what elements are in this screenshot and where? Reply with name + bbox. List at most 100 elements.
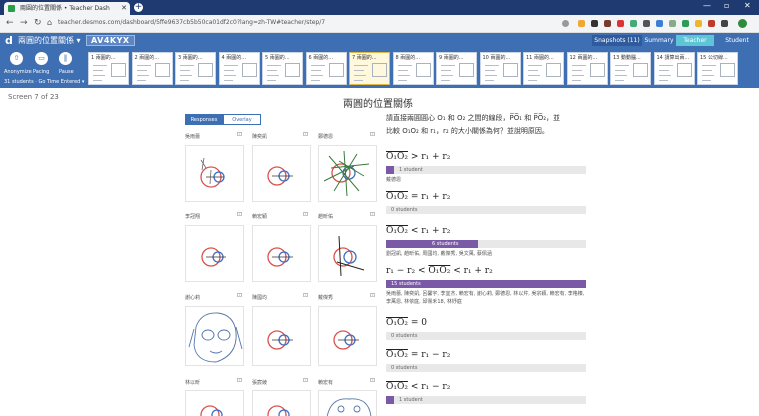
profile-avatar[interactable] — [738, 19, 747, 28]
extension-icon[interactable] — [643, 20, 650, 27]
camera-icon[interactable]: ⊡ — [370, 292, 375, 299]
extension-icon[interactable] — [682, 20, 689, 27]
student-names-list: 劉冠凱, 趙昕佑, 周國均, 戴傑秀, 吳文萬, 蔡佩涵 — [386, 251, 492, 257]
response-count-bar[interactable]: 0 students — [386, 206, 586, 214]
response-count-bar[interactable]: 0 students — [386, 332, 586, 340]
extension-icon[interactable] — [604, 20, 611, 27]
slide-thumbnail-6[interactable]: 6 兩圓的... — [305, 52, 347, 85]
next-slides-icon[interactable]: › — [746, 104, 752, 122]
slide-preview-line — [441, 80, 450, 81]
student-sketch-card[interactable] — [252, 306, 311, 366]
slide-thumbnail-3[interactable]: 3 兩圓的... — [175, 52, 216, 85]
responses-toggle[interactable]: Responses — [185, 114, 223, 125]
camera-icon[interactable]: ⊡ — [370, 211, 375, 218]
student-sketch-card[interactable] — [185, 306, 244, 366]
response-count-bar[interactable]: 15 students — [386, 280, 586, 288]
reload-icon[interactable]: ↻ — [34, 18, 42, 28]
student-sketch-card[interactable] — [318, 145, 377, 202]
slide-thumbnail-4[interactable]: 4 兩圓的... — [218, 52, 260, 85]
slide-thumbnail-9[interactable]: 9 兩圓的... — [436, 52, 477, 85]
back-icon[interactable]: ← — [6, 18, 14, 28]
response-count-bar[interactable]: 1 student — [386, 396, 586, 404]
camera-icon[interactable]: ⊡ — [237, 377, 242, 384]
slide-preview-line — [571, 80, 581, 81]
slide-thumbnail-2[interactable]: 2 兩圓的... — [131, 52, 173, 85]
close-window-icon[interactable]: ✕ — [744, 1, 751, 10]
response-count-bar[interactable]: 6 students — [386, 240, 586, 248]
camera-icon[interactable]: ⊡ — [237, 131, 242, 138]
desmos-logo[interactable]: d — [5, 33, 13, 48]
activity-title-dropdown[interactable]: 兩圓的位置關係 ▾ — [18, 33, 81, 48]
student-sketch-card[interactable] — [185, 145, 244, 202]
pacing-button[interactable]: ▭ — [35, 52, 48, 65]
screen-indicator: Screen 7 of 23 — [8, 93, 59, 101]
student-sketch-card[interactable] — [318, 306, 377, 366]
camera-icon[interactable]: ⊡ — [303, 211, 308, 218]
slide-thumbnail-11[interactable]: 11 兩圓的... — [523, 52, 564, 85]
formula-relation: < r₁ − r₂ — [407, 382, 451, 392]
minimize-icon[interactable]: — — [703, 1, 711, 10]
student-sketch-card[interactable] — [252, 225, 311, 282]
new-tab-icon[interactable]: + — [134, 3, 143, 12]
slide-thumbnail-7[interactable]: 7 兩圓的... — [349, 52, 390, 85]
student-sketch-card[interactable] — [185, 390, 244, 416]
url-field[interactable]: teacher.desmos.com/dashboard/5ffe9637cb5… — [58, 19, 325, 26]
star-icon[interactable] — [562, 20, 569, 27]
student-sketch-card[interactable] — [252, 145, 311, 202]
student-name: 趙昕佑 — [318, 214, 334, 220]
camera-icon[interactable]: ⊡ — [370, 377, 375, 384]
extension-icon[interactable] — [669, 20, 676, 27]
slide-preview-line — [93, 70, 103, 71]
slide-thumbnail-15[interactable]: 15 公切線... — [697, 52, 738, 85]
slide-preview-line — [658, 80, 668, 81]
forward-icon[interactable]: → — [20, 18, 28, 28]
student-sketch-card[interactable] — [252, 390, 311, 416]
extension-icon[interactable] — [708, 20, 715, 27]
extension-icon[interactable] — [656, 20, 663, 27]
slide-thumbnail-12[interactable]: 12 兩圓的... — [566, 52, 608, 85]
close-tab-icon[interactable]: ✕ — [121, 2, 127, 15]
slide-thumbnail-13[interactable]: 13 動動腦... — [610, 52, 651, 85]
camera-icon[interactable]: ⊡ — [237, 211, 242, 218]
slide-label: 11 兩圓的... — [526, 55, 554, 61]
teacher-tab[interactable]: Teacher — [676, 35, 714, 46]
camera-icon[interactable]: ⊡ — [303, 292, 308, 299]
camera-icon[interactable]: ⊡ — [237, 292, 242, 299]
response-count-label: 15 students — [391, 281, 421, 287]
browser-tab[interactable]: 兩圓的位置關係 • Teacher Dash ✕ — [4, 2, 130, 15]
anonymize-button[interactable]: ⇧ — [10, 52, 23, 65]
home-icon[interactable]: ⌂ — [47, 18, 52, 27]
extension-icon[interactable] — [721, 20, 728, 27]
slide-thumbnail-14[interactable]: 14 請算出兩... — [653, 52, 695, 85]
student-sketch-card[interactable] — [318, 390, 377, 416]
extension-icon[interactable] — [617, 20, 624, 27]
extension-icon[interactable] — [591, 20, 598, 27]
slide-preview-line — [615, 75, 627, 76]
student-tab[interactable]: Student — [718, 35, 756, 46]
overlay-toggle[interactable]: Overlay — [223, 114, 261, 125]
response-count-bar[interactable]: 1 student — [386, 166, 586, 174]
extension-icon[interactable] — [578, 20, 585, 27]
snapshots-button[interactable]: Snapshots (11) — [592, 35, 642, 46]
slide-preview-line — [310, 75, 323, 76]
maximize-icon[interactable]: ▫ — [724, 1, 729, 10]
student-sketch-card[interactable] — [185, 225, 244, 282]
slide-thumbnail-1[interactable]: 1 兩圓的... — [88, 52, 129, 85]
response-count-label: 0 students — [391, 207, 418, 213]
slide-thumbnail-10[interactable]: 10 兩圓的... — [479, 52, 521, 85]
camera-icon[interactable]: ⊡ — [303, 377, 308, 384]
slide-thumbnail-5[interactable]: 5 兩圓的... — [262, 52, 303, 85]
desmos-header: d 兩圓的位置關係 ▾ AV4KYX Snapshots (11) Summar… — [0, 33, 759, 48]
students-count[interactable]: 31 students · Go Time Entered ▾ — [4, 79, 84, 85]
pause-button[interactable]: ‖ — [59, 52, 72, 65]
summary-button[interactable]: Summary — [644, 35, 674, 46]
student-sketch-card[interactable] — [318, 225, 377, 282]
camera-icon[interactable]: ⊡ — [303, 131, 308, 138]
response-count-bar[interactable]: 0 students — [386, 364, 586, 372]
slide-preview-line — [528, 80, 537, 81]
extension-icon[interactable] — [630, 20, 637, 27]
camera-icon[interactable]: ⊡ — [370, 131, 375, 138]
student-name: 陳奕凱 — [252, 134, 268, 140]
extension-icon[interactable] — [695, 20, 702, 27]
slide-thumbnail-8[interactable]: 8 兩圓的... — [392, 52, 434, 85]
